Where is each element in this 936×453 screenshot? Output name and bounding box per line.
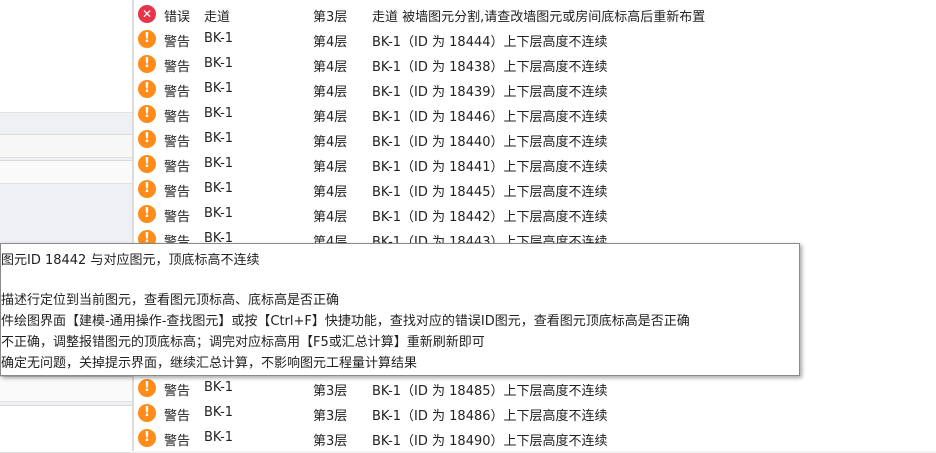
left-panel-row[interactable]: [0, 160, 134, 184]
issue-name: BK-1: [204, 81, 234, 96]
left-panel-section: [0, 0, 134, 113]
issue-floor: 第3层: [313, 10, 348, 25]
warning-icon: !: [138, 205, 156, 223]
issue-floor: 第3层: [313, 384, 348, 399]
issue-description: 走道 被墙图元分割,请查改墙图元或房间底标高后重新布置: [372, 10, 706, 25]
issue-name: BK-1: [204, 430, 234, 445]
issue-floor: 第4层: [313, 110, 348, 125]
hint-tooltip: 图元ID 18442 与对应图元，顶底标高不连续 描述行定位到当前图元，查看图元…: [0, 243, 800, 376]
issue-name: BK-1: [204, 131, 234, 146]
issue-row[interactable]: ✕ 错误 走道 第3层 走道 被墙图元分割,请查改墙图元或房间底标高后重新布置: [134, 2, 936, 27]
issue-description: BK-1（ID 为 18445）上下层高度不连续: [372, 185, 608, 200]
issue-type: 警告: [164, 110, 191, 125]
issue-row[interactable]: ! 警告 BK-1 第3层 BK-1（ID 为 18485）上下层高度不连续: [134, 376, 936, 401]
tooltip-line-1: 图元ID 18442 与对应图元，顶底标高不连续: [1, 253, 260, 268]
warning-icon: !: [138, 429, 156, 447]
issue-type: 警告: [164, 409, 191, 424]
warning-icon: !: [138, 80, 156, 98]
issue-name: BK-1: [204, 156, 234, 171]
issue-floor: 第3层: [313, 409, 348, 424]
issue-name: BK-1: [204, 31, 234, 46]
issue-floor: 第4层: [313, 60, 348, 75]
warning-icon: !: [138, 404, 156, 422]
warning-icon: !: [138, 379, 156, 397]
left-panel-section: [0, 405, 134, 453]
issue-floor: 第4层: [313, 160, 348, 175]
issue-name: BK-1: [204, 106, 234, 121]
issue-row[interactable]: ! 警告 BK-1 第4层 BK-1（ID 为 18439）上下层高度不连续: [134, 77, 936, 102]
issue-row[interactable]: ! 警告 BK-1 第4层 BK-1（ID 为 18442）上下层高度不连续: [134, 202, 936, 227]
issue-row[interactable]: ! 警告 BK-1 第3层 BK-1（ID 为 18490）上下层高度不连续: [134, 426, 936, 451]
issue-name: BK-1: [204, 405, 234, 420]
issue-row[interactable]: ! 警告 BK-1 第4层 BK-1（ID 为 18440）上下层高度不连续: [134, 127, 936, 152]
warning-icon: !: [138, 180, 156, 198]
issue-floor: 第4层: [313, 35, 348, 50]
issue-description: BK-1（ID 为 18441）上下层高度不连续: [372, 160, 608, 175]
tooltip-line-4: 不正确，调整报错图元的顶底标高；调完对应标高用【F5或汇总计算】重新刷新即可: [1, 335, 485, 350]
warning-icon: !: [138, 105, 156, 123]
issue-type: 警告: [164, 135, 191, 150]
issue-type: 警告: [164, 60, 191, 75]
issue-type: 警告: [164, 210, 191, 225]
issue-row[interactable]: ! 警告 BK-1 第3层 BK-1（ID 为 18486）上下层高度不连续: [134, 401, 936, 426]
issue-floor: 第3层: [313, 434, 348, 449]
tooltip-line-2: 描述行定位到当前图元，查看图元顶标高、底标高是否正确: [1, 293, 340, 308]
issue-type: 警告: [164, 384, 191, 399]
issue-name: BK-1: [204, 206, 234, 221]
issue-description: BK-1（ID 为 18444）上下层高度不连续: [372, 35, 608, 50]
issue-description: BK-1（ID 为 18485）上下层高度不连续: [372, 384, 608, 399]
issue-description: BK-1（ID 为 18446）上下层高度不连续: [372, 110, 608, 125]
error-icon: ✕: [138, 5, 156, 23]
left-panel-row[interactable]: [0, 376, 134, 402]
issue-description: BK-1（ID 为 18486）上下层高度不连续: [372, 409, 608, 424]
issue-type: 警告: [164, 160, 191, 175]
issue-name: 走道: [204, 10, 231, 25]
issue-floor: 第4层: [313, 185, 348, 200]
issue-floor: 第4层: [313, 135, 348, 150]
left-panel: [0, 0, 134, 453]
issue-floor: 第4层: [313, 210, 348, 225]
issue-row[interactable]: ! 警告 BK-1 第4层 BK-1（ID 为 18446）上下层高度不连续: [134, 102, 936, 127]
tooltip-line-5: 确定无问题，关掉提示界面，继续汇总计算，不影响图元工程量计算结果: [1, 356, 418, 371]
issue-row[interactable]: ! 警告 BK-1 第4层 BK-1（ID 为 18445）上下层高度不连续: [134, 177, 936, 202]
warning-icon: !: [138, 30, 156, 48]
issue-description: BK-1（ID 为 18442）上下层高度不连续: [372, 210, 608, 225]
warning-icon: !: [138, 155, 156, 173]
issue-row[interactable]: ! 警告 BK-1 第4层 BK-1（ID 为 18438）上下层高度不连续: [134, 52, 936, 77]
issue-description: BK-1（ID 为 18490）上下层高度不连续: [372, 434, 608, 449]
issue-name: BK-1: [204, 181, 234, 196]
issue-description: BK-1（ID 为 18440）上下层高度不连续: [372, 135, 608, 150]
issue-description: BK-1（ID 为 18439）上下层高度不连续: [372, 85, 608, 100]
issue-floor: 第4层: [313, 85, 348, 100]
issue-type: 警告: [164, 35, 191, 50]
issue-type: 警告: [164, 434, 191, 449]
warning-icon: !: [138, 55, 156, 73]
issue-row[interactable]: ! 警告 BK-1 第4层 BK-1（ID 为 18444）上下层高度不连续: [134, 27, 936, 52]
issue-list: ✕ 错误 走道 第3层 走道 被墙图元分割,请查改墙图元或房间底标高后重新布置! 警告 BK…: [134, 0, 936, 451]
issue-type: 警告: [164, 85, 191, 100]
warning-icon: !: [138, 130, 156, 148]
left-panel-row[interactable]: [0, 134, 134, 158]
tooltip-line-3: 件绘图界面【建模-通用操作-查找图元】或按【Ctrl+F】快捷功能，查找对应的错…: [1, 314, 690, 329]
issue-description: BK-1（ID 为 18438）上下层高度不连续: [372, 60, 608, 75]
issue-type: 警告: [164, 185, 191, 200]
issue-row[interactable]: ! 警告 BK-1 第4层 BK-1（ID 为 18441）上下层高度不连续: [134, 152, 936, 177]
issue-type: 错误: [164, 10, 191, 25]
issue-name: BK-1: [204, 380, 234, 395]
issue-name: BK-1: [204, 56, 234, 71]
